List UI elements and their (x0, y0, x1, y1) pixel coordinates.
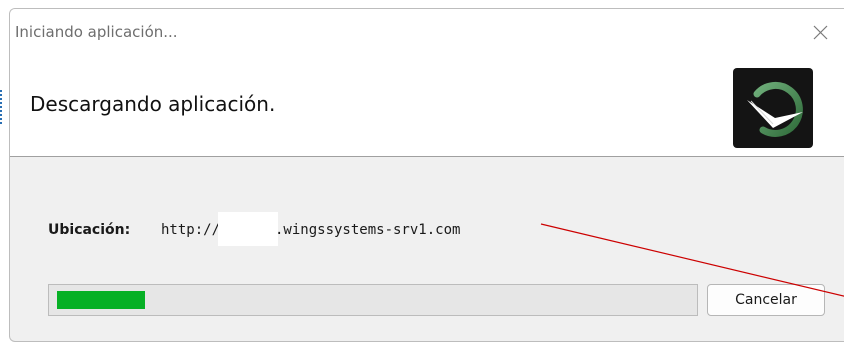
download-progress-bar (48, 284, 698, 316)
cancel-button[interactable]: Cancelar (707, 284, 825, 316)
redacted-hostname (218, 212, 278, 246)
window-title: Iniciando aplicación... (15, 23, 178, 41)
progress-bar-fill (57, 291, 145, 309)
close-button[interactable] (803, 17, 837, 47)
location-url-prefix: http:// (161, 222, 221, 238)
close-icon (813, 25, 828, 40)
location-label: Ubicación: (48, 222, 131, 238)
window-edge-marker (0, 90, 5, 124)
dialog-heading: Descargando aplicación. (30, 92, 276, 116)
dialog-header: Descargando aplicación. (10, 56, 844, 157)
location-url-suffix: .wingssystems-srv1.com (275, 222, 461, 238)
app-logo-checkmark-icon (747, 81, 803, 137)
app-logo (733, 68, 813, 148)
title-bar[interactable]: Iniciando aplicación... (10, 9, 844, 56)
download-dialog: Iniciando aplicación... Descargando apli… (9, 8, 844, 342)
